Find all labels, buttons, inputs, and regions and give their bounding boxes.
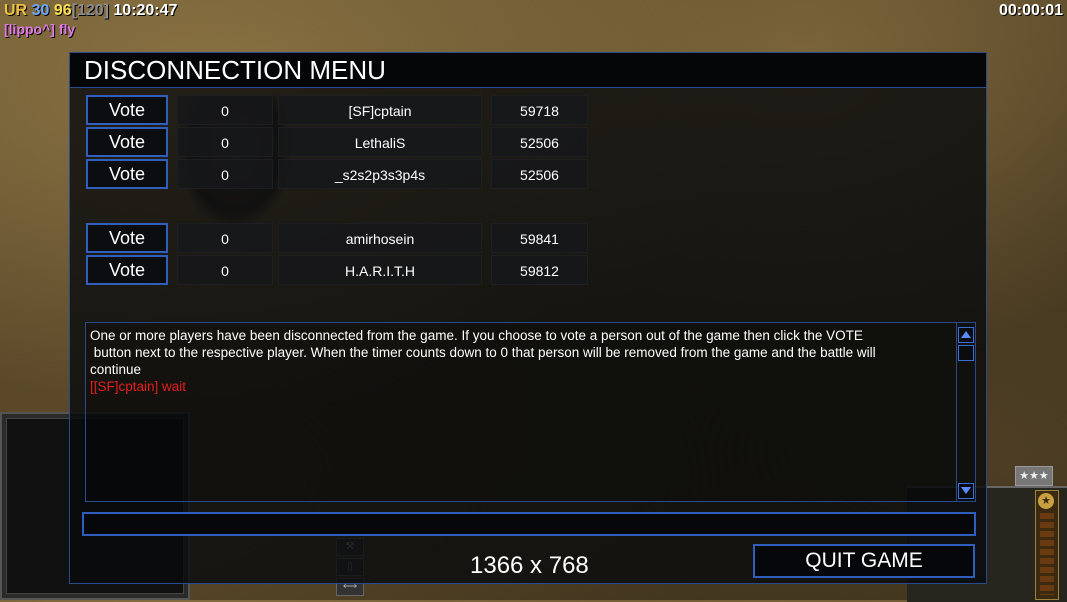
power-meter: ★ bbox=[1035, 490, 1059, 600]
vote-button[interactable]: Vote bbox=[86, 95, 168, 125]
hud-stats: UR 30 96[120] 10:20:47 bbox=[4, 2, 177, 20]
vote-button[interactable]: Vote bbox=[86, 255, 168, 285]
message-text: One or more players have been disconnect… bbox=[90, 327, 951, 395]
message-scrollbar[interactable] bbox=[956, 323, 975, 501]
player-ping: 52506 bbox=[491, 127, 588, 157]
scroll-down-icon[interactable] bbox=[958, 483, 974, 499]
quit-game-button[interactable]: QUIT GAME bbox=[753, 544, 975, 578]
vote-button[interactable]: Vote bbox=[86, 127, 168, 157]
player-name: [SF]cptain bbox=[278, 95, 482, 125]
player-name: _s2s2p3s3p4s bbox=[278, 159, 482, 189]
hud-player-name: [lippo^] fly bbox=[4, 21, 76, 37]
vote-count: 0 bbox=[177, 95, 273, 125]
hud-clock: 10:20:47 bbox=[113, 2, 178, 19]
player-ping: 59718 bbox=[491, 95, 588, 125]
hud-stat-ur: UR bbox=[4, 2, 32, 19]
hud-stat-value: 96 bbox=[53, 2, 72, 19]
hud-stat-bracket: [120] bbox=[71, 2, 114, 19]
hud-top-left: UR 30 96[120] 10:20:47 [lippo^] fly bbox=[4, 2, 177, 38]
power-meter-bar bbox=[1040, 513, 1054, 595]
message-line: button next to the respective player. Wh… bbox=[90, 345, 876, 360]
scroll-up-icon[interactable] bbox=[958, 327, 974, 343]
game-timer: 00:00:01 bbox=[998, 2, 1063, 19]
dialog-title: DISCONNECTION MENU bbox=[84, 55, 386, 85]
message-line: One or more players have been disconnect… bbox=[90, 328, 863, 343]
player-ping: 59812 bbox=[491, 255, 588, 285]
dialog-titlebar: DISCONNECTION MENU bbox=[70, 53, 986, 88]
rank-stars-icon: ★★★ bbox=[1015, 466, 1053, 486]
vote-count: 0 bbox=[177, 159, 273, 189]
star-medal-icon: ★ bbox=[1038, 493, 1054, 509]
vote-count: 0 bbox=[177, 127, 273, 157]
chat-input[interactable] bbox=[82, 512, 976, 536]
vote-button[interactable]: Vote bbox=[86, 223, 168, 253]
player-ping: 59841 bbox=[491, 223, 588, 253]
wait-message: [[SF]cptain] wait bbox=[90, 379, 187, 394]
disconnection-dialog: DISCONNECTION MENU Vote 0 [SF]cptain 597… bbox=[69, 52, 987, 584]
vote-button[interactable]: Vote bbox=[86, 159, 168, 189]
scroll-thumb[interactable] bbox=[958, 345, 974, 361]
message-line: continue bbox=[90, 362, 142, 377]
player-name: amirhosein bbox=[278, 223, 482, 253]
vote-count: 0 bbox=[177, 255, 273, 285]
message-log[interactable]: One or more players have been disconnect… bbox=[85, 322, 976, 502]
player-name: LethaliS bbox=[278, 127, 482, 157]
vote-count: 0 bbox=[177, 223, 273, 253]
hud-stat-value: 30 bbox=[31, 2, 54, 19]
player-ping: 52506 bbox=[491, 159, 588, 189]
player-name: H.A.R.I.T.H bbox=[278, 255, 482, 285]
resolution-label: 1366 x 768 bbox=[470, 552, 589, 579]
